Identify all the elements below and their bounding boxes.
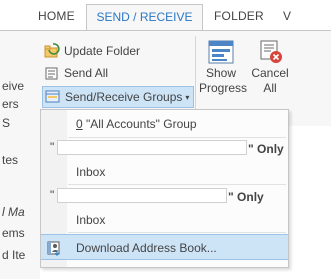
send-all-icon — [44, 65, 60, 81]
cancel-all-button[interactable]: Cancel All — [248, 40, 292, 96]
left-fragment-1: eive — [2, 79, 25, 93]
menu-item-inbox-1[interactable]: Inbox — [41, 161, 288, 183]
tab-send-receive-label: SEND / RECEIVE — [96, 10, 193, 24]
menu-separator — [68, 232, 286, 233]
show-progress-label-2: Progress — [199, 81, 248, 95]
menu-item-label: "All Accounts" Group — [86, 117, 197, 131]
menu-item-label: Download Address Book... — [76, 241, 217, 255]
send-receive-groups-label: Send/Receive Groups — [65, 90, 183, 104]
left-fragment-2: ers — [2, 97, 19, 111]
menu-item-quote: " — [50, 140, 55, 154]
menu-item-label: Inbox — [76, 165, 106, 179]
send-all-button[interactable]: Send All — [44, 63, 108, 83]
send-receive-groups-icon — [45, 89, 61, 105]
menu-item-inbox-2[interactable]: Inbox — [41, 209, 288, 231]
cancel-all-label-2: All — [263, 81, 277, 95]
ribbon-tab-bar: HOME SEND / RECEIVE FOLDER V — [0, 0, 331, 31]
redacted-account-name — [57, 188, 227, 203]
menu-item-only-suffix: " Only — [228, 190, 264, 204]
cancel-all-label-1: Cancel — [251, 66, 289, 80]
address-book-icon — [46, 240, 62, 256]
menu-separator — [68, 184, 286, 185]
send-receive-groups-button[interactable]: Send/Receive Groups ▾ — [42, 86, 195, 108]
menu-item-label: Inbox — [76, 213, 106, 227]
menu-item-account-1-only[interactable]: " " Only — [41, 138, 288, 160]
show-progress-label-1: Show — [205, 66, 237, 80]
left-fragment-6: ems — [2, 226, 25, 240]
send-receive-groups-menu: 0 "All Accounts" Group " " Only Inbox " … — [40, 109, 289, 268]
tab-folder[interactable]: FOLDER — [214, 9, 264, 23]
tab-send-receive[interactable]: SEND / RECEIVE — [86, 4, 203, 31]
menu-item-all-accounts-group[interactable]: 0 "All Accounts" Group — [41, 113, 288, 135]
left-fragment-4: tes — [2, 153, 19, 167]
update-folder-button[interactable]: Update Folder — [44, 41, 140, 61]
left-fragment-5: l Ma — [2, 205, 25, 219]
menu-item-account-2-only[interactable]: " " Only — [41, 186, 288, 208]
menu-item-quote: " — [50, 188, 55, 202]
send-all-label: Send All — [64, 66, 109, 80]
update-folder-label: Update Folder — [64, 44, 141, 58]
show-progress-button[interactable]: Show Progress — [199, 40, 248, 96]
chevron-down-icon: ▾ — [185, 92, 190, 102]
cancel-all-icon — [257, 40, 283, 64]
tab-view[interactable]: V — [283, 9, 291, 23]
left-fragment-7: d Ite — [2, 248, 26, 262]
update-folder-icon — [44, 43, 60, 59]
menu-item-download-address-book[interactable]: Download Address Book... — [41, 234, 288, 260]
left-fragment-3: S — [2, 116, 11, 130]
menu-item-shortcut: 0 — [76, 117, 83, 131]
tab-home[interactable]: HOME — [38, 9, 75, 23]
redacted-account-name — [57, 140, 247, 155]
ribbon-group-separator — [195, 36, 196, 116]
menu-item-only-suffix: " Only — [248, 142, 284, 156]
show-progress-icon — [208, 40, 234, 64]
